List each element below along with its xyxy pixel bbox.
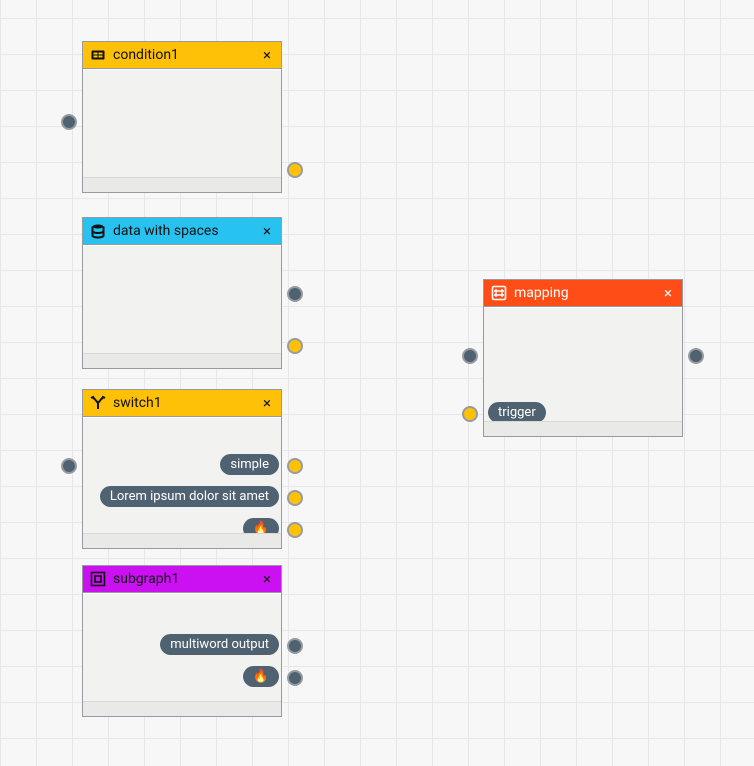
hash-icon — [490, 284, 508, 302]
node-condition1[interactable]: condition1 × — [82, 41, 282, 193]
node-body: trigger — [484, 307, 682, 436]
node-mapping1[interactable]: mapping × trigger — [483, 279, 683, 437]
node-body — [83, 245, 281, 368]
port-label: Lorem ipsum dolor sit amet — [100, 486, 279, 507]
condition-icon — [89, 46, 107, 64]
close-icon[interactable]: × — [259, 224, 275, 239]
close-icon[interactable]: × — [259, 396, 275, 411]
node-body: simple Lorem ipsum dolor sit amet 🔥 — [83, 417, 281, 548]
node-title: switch1 — [113, 390, 259, 416]
database-icon — [89, 222, 107, 240]
close-icon[interactable]: × — [259, 572, 275, 587]
port-out-data[interactable] — [287, 522, 303, 538]
port-label-fire: 🔥 — [243, 518, 279, 539]
diagram-canvas[interactable]: condition1 × data with spaces × switch1 — [0, 0, 754, 766]
node-title: condition1 — [113, 42, 259, 68]
node-subgraph1[interactable]: subgraph1 × multiword output 🔥 — [82, 565, 282, 717]
node-body: multiword output 🔥 — [83, 593, 281, 716]
switch-icon — [89, 394, 107, 412]
port-out-data[interactable] — [287, 338, 303, 354]
port-out-exec[interactable] — [287, 670, 303, 686]
node-data1[interactable]: data with spaces × — [82, 217, 282, 369]
port-label: simple — [220, 454, 279, 475]
port-out-data[interactable] — [287, 490, 303, 506]
port-in-exec[interactable] — [61, 458, 77, 474]
node-header[interactable]: subgraph1 × — [83, 566, 281, 593]
port-out-data[interactable] — [287, 458, 303, 474]
port-out-exec[interactable] — [287, 286, 303, 302]
port-label: trigger — [488, 402, 546, 423]
node-header[interactable]: condition1 × — [83, 42, 281, 69]
port-label: multiword output — [160, 634, 279, 655]
node-header[interactable]: mapping × — [484, 280, 682, 307]
node-header[interactable]: switch1 × — [83, 390, 281, 417]
node-title: subgraph1 — [113, 566, 259, 592]
node-body — [83, 69, 281, 192]
close-icon[interactable]: × — [660, 286, 676, 301]
node-title: data with spaces — [113, 218, 259, 244]
port-out-data[interactable] — [287, 162, 303, 178]
node-title: mapping — [514, 280, 660, 306]
close-icon[interactable]: × — [259, 48, 275, 63]
node-switch1[interactable]: switch1 × simple Lorem ipsum dolor sit a… — [82, 389, 282, 549]
port-in-exec[interactable] — [61, 114, 77, 130]
port-label-fire: 🔥 — [243, 666, 279, 687]
port-out-exec[interactable] — [688, 348, 704, 364]
node-header[interactable]: data with spaces × — [83, 218, 281, 245]
subgraph-icon — [89, 570, 107, 588]
port-in-exec[interactable] — [462, 348, 478, 364]
port-in-data[interactable] — [462, 406, 478, 422]
port-out-exec[interactable] — [287, 638, 303, 654]
